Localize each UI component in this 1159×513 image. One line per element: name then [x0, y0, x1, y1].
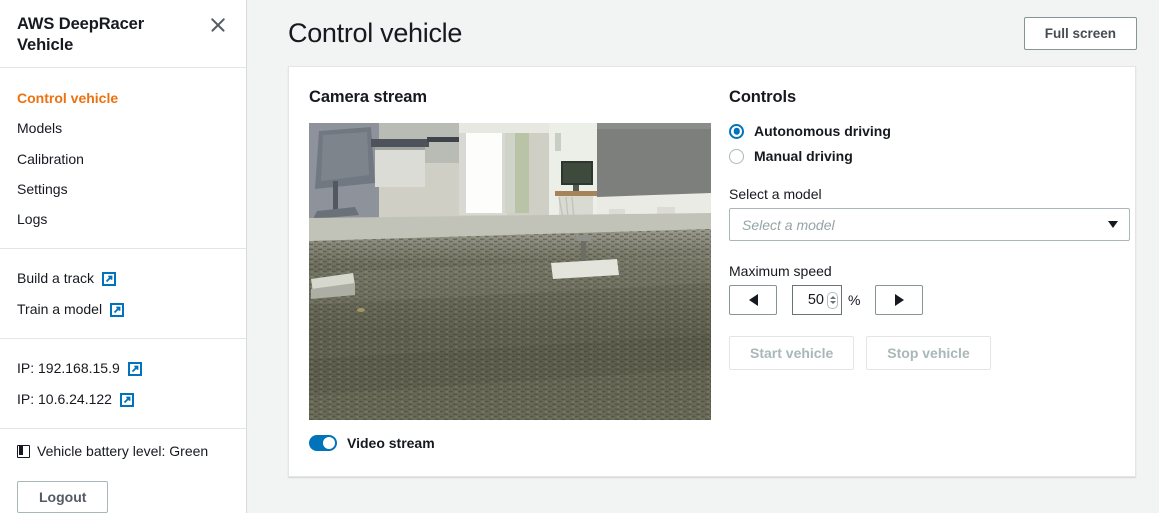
speed-unit-label: % [848, 292, 861, 308]
close-icon[interactable] [208, 15, 228, 35]
sidebar-item-logs[interactable]: Logs [0, 204, 246, 234]
select-model-label: Select a model [729, 186, 822, 202]
logout-container: Logout [0, 459, 246, 513]
app-root: AWS DeepRacer Vehicle Control vehicle Mo… [0, 0, 1159, 513]
build-a-track-label: Build a track [17, 270, 95, 287]
main-header: Control vehicle Full screen [270, 0, 1137, 66]
speed-input[interactable]: 50 [792, 285, 842, 315]
camera-stream-title: Camera stream [309, 88, 427, 106]
logout-button[interactable]: Logout [17, 481, 109, 513]
radio-manual-driving-label: Manual driving [754, 148, 853, 164]
spinner-up-icon [829, 296, 836, 299]
video-stream-toggle[interactable] [309, 435, 337, 451]
sidebar-header: AWS DeepRacer Vehicle [0, 0, 246, 68]
page-title: Control vehicle [288, 18, 463, 48]
sidebar-external-links: Build a track Train a model [0, 249, 246, 340]
radio-manual-driving-indicator[interactable] [729, 148, 744, 164]
select-model-placeholder: Select a model [742, 216, 835, 233]
ip-address-secondary-label: IP: 10.6.24.122 [17, 391, 112, 408]
camera-stream-panel: Camera stream Video stream [309, 88, 729, 476]
radio-autonomous-driving-label: Autonomous driving [754, 123, 891, 139]
external-link-icon [119, 392, 134, 407]
battery-status: Vehicle battery level: Green [0, 429, 246, 459]
train-a-model-label: Train a model [17, 301, 103, 318]
external-link-icon [102, 271, 117, 286]
speed-spinner-icon[interactable] [827, 291, 838, 309]
sidebar-item-calibration[interactable]: Calibration [0, 144, 246, 174]
stop-vehicle-button[interactable]: Stop vehicle [866, 336, 991, 370]
ip-address-secondary[interactable]: IP: 10.6.24.122 [0, 384, 246, 415]
link-build-a-track[interactable]: Build a track [0, 263, 246, 294]
sidebar-nav: Control vehicle Models Calibration Setti… [0, 68, 246, 250]
full-screen-button[interactable]: Full screen [1023, 17, 1137, 50]
chevron-down-icon [1108, 221, 1118, 228]
video-stream-toggle-row: Video stream [309, 435, 729, 451]
radio-manual-driving[interactable]: Manual driving [729, 148, 1130, 164]
link-train-a-model[interactable]: Train a model [0, 294, 246, 325]
spinner-down-icon [829, 301, 836, 304]
maximum-speed-group: Maximum speed 50 % [729, 263, 1130, 315]
control-vehicle-card: Camera stream Video stream Controls Auto… [288, 66, 1136, 477]
sidebar-item-control-vehicle[interactable]: Control vehicle [0, 83, 246, 113]
ip-address-primary[interactable]: IP: 192.168.15.9 [0, 353, 246, 384]
speed-value: 50 [807, 292, 824, 308]
triangle-right-icon [894, 294, 904, 306]
maximum-speed-label: Maximum speed [729, 263, 832, 279]
main-content: Control vehicle Full screen Camera strea… [247, 0, 1159, 513]
vehicle-action-buttons: Start vehicle Stop vehicle [729, 336, 1130, 370]
external-link-icon [127, 361, 142, 376]
select-model-dropdown[interactable]: Select a model [729, 208, 1130, 241]
ip-address-primary-label: IP: 192.168.15.9 [17, 360, 120, 377]
camera-stream-frame [309, 123, 711, 420]
radio-autonomous-driving[interactable]: Autonomous driving [729, 123, 1130, 139]
sidebar-ip-addresses: IP: 192.168.15.9 IP: 10.6.24.122 [0, 339, 246, 430]
sidebar-item-settings[interactable]: Settings [0, 174, 246, 204]
sidebar: AWS DeepRacer Vehicle Control vehicle Mo… [0, 0, 247, 513]
external-link-icon [110, 302, 125, 317]
triangle-left-icon [748, 294, 758, 306]
controls-title: Controls [729, 88, 797, 106]
battery-status-label: Vehicle battery level: Green [37, 443, 209, 460]
video-stream-label: Video stream [347, 435, 435, 451]
speed-increase-button[interactable] [875, 285, 924, 315]
radio-autonomous-driving-indicator[interactable] [729, 123, 744, 139]
camera-stream-video[interactable] [309, 123, 711, 420]
controls-panel: Controls Autonomous driving Manual drivi… [729, 88, 1130, 476]
sidebar-item-models[interactable]: Models [0, 113, 246, 143]
sidebar-title: AWS DeepRacer Vehicle [17, 15, 145, 55]
select-model-group: Select a model Select a model [729, 186, 1130, 241]
battery-icon [17, 444, 30, 458]
speed-stepper-row: 50 % [729, 285, 1130, 315]
speed-decrease-button[interactable] [729, 285, 777, 315]
start-vehicle-button[interactable]: Start vehicle [729, 336, 855, 370]
